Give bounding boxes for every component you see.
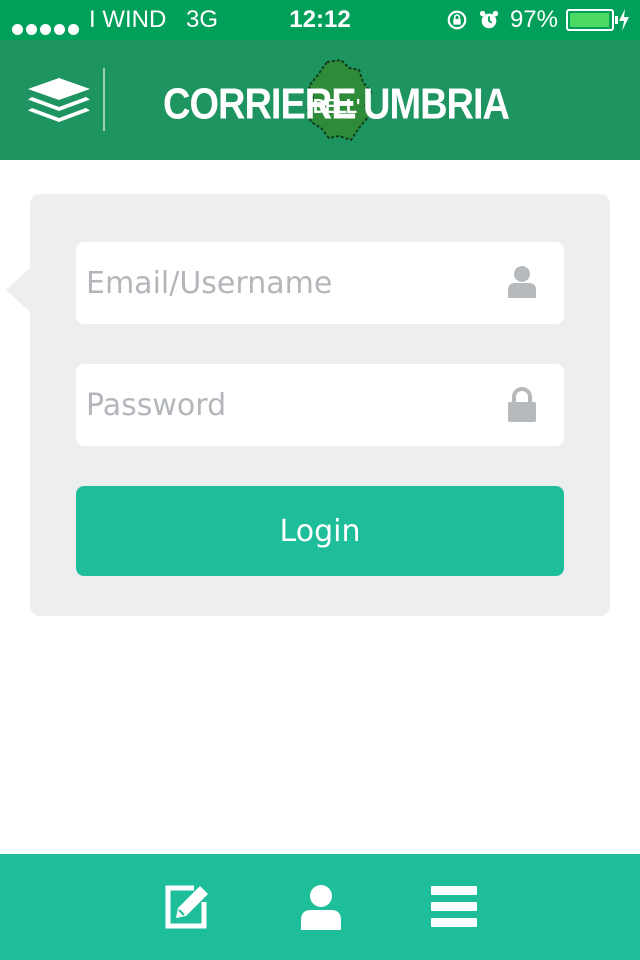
battery-icon bbox=[566, 9, 618, 31]
logo-text-umbria: UMBRIA bbox=[363, 80, 510, 130]
layers-icon[interactable] bbox=[26, 76, 92, 124]
status-bar: I WIND 3G 12:12 97% bbox=[0, 0, 640, 40]
app-header: CORRIERE DELL' UMBRIA bbox=[0, 40, 640, 160]
card-pointer bbox=[6, 268, 30, 312]
user-icon bbox=[508, 266, 536, 298]
charging-bolt-icon bbox=[619, 9, 629, 31]
email-field[interactable] bbox=[76, 242, 564, 324]
alarm-icon bbox=[479, 10, 499, 29]
email-input[interactable] bbox=[86, 242, 486, 324]
status-icons: 97% bbox=[446, 6, 630, 34]
corriere-dell-umbria-logo[interactable]: CORRIERE DELL' UMBRIA bbox=[163, 58, 510, 142]
password-field[interactable] bbox=[76, 364, 564, 446]
login-button[interactable]: Login bbox=[76, 486, 564, 576]
bottom-tab-bar bbox=[0, 854, 640, 960]
header-divider bbox=[103, 68, 105, 131]
battery-percent: 97% bbox=[509, 6, 558, 33]
login-card: Login bbox=[6, 194, 610, 616]
rotation-lock-icon bbox=[447, 10, 467, 30]
logo-text-dell: DELL' bbox=[313, 94, 360, 118]
password-input[interactable] bbox=[86, 364, 486, 446]
lock-icon bbox=[508, 387, 536, 422]
menu-icon[interactable] bbox=[431, 884, 477, 930]
edit-icon[interactable] bbox=[164, 884, 210, 930]
user-icon[interactable] bbox=[298, 884, 344, 930]
